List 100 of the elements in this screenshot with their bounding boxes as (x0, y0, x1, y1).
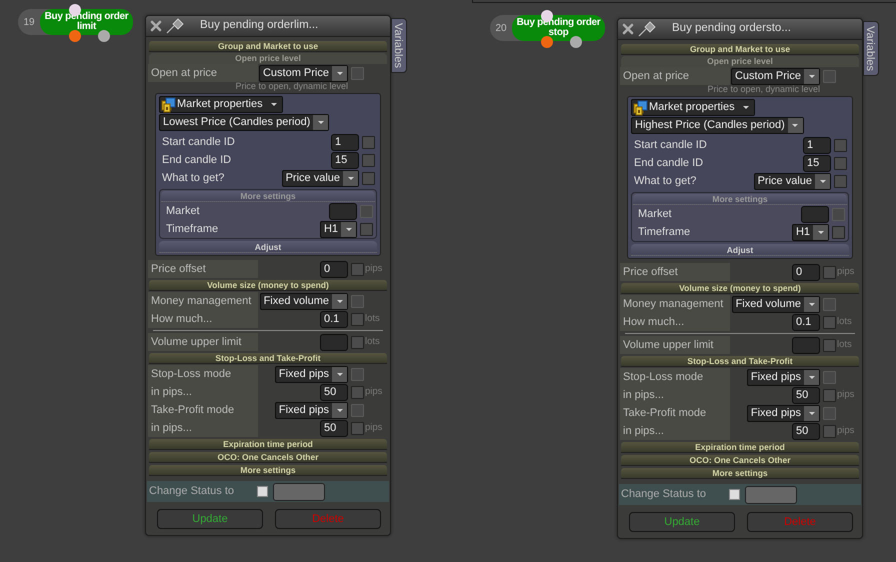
update-button[interactable]: Update (629, 512, 735, 532)
caret-icon (808, 376, 814, 378)
update-button[interactable]: Update (157, 509, 263, 529)
input-field[interactable]: 50 (792, 386, 820, 404)
input-field[interactable]: 1 (803, 136, 831, 154)
dropdown[interactable]: Market properties (159, 96, 283, 113)
section-header[interactable]: Volume size (money to spend) (621, 283, 859, 294)
dropdown[interactable]: Highest Price (Candles period) (631, 117, 804, 134)
close-icon[interactable] (150, 20, 162, 32)
close-icon[interactable] (622, 23, 634, 35)
dropdown[interactable]: Fixed volume (260, 292, 348, 310)
input-field[interactable]: 0.1 (320, 310, 348, 328)
output-port[interactable] (541, 36, 553, 48)
checkbox[interactable] (834, 156, 847, 170)
section-header[interactable]: OCO: One Cancels Other (149, 452, 387, 463)
dropdown[interactable]: Fixed pips (746, 368, 820, 386)
field-label: in pips... (148, 419, 258, 437)
dropdown[interactable]: Fixed pips (746, 404, 820, 422)
unit-label: pips (364, 420, 384, 435)
unit-label: lots (836, 338, 853, 352)
unit-label: pips (364, 262, 384, 276)
dropdown[interactable]: H1 (320, 220, 357, 238)
status-label: Change Status to (621, 487, 708, 502)
dropdown[interactable]: Fixed pips (274, 366, 348, 382)
input-field[interactable]: 0 (792, 264, 820, 280)
input-field[interactable]: 1 (331, 134, 359, 150)
dropdown[interactable]: Price value (754, 172, 831, 190)
checkbox[interactable] (832, 226, 845, 238)
input-field[interactable]: 50 (792, 422, 820, 440)
dropdown[interactable]: Price value (282, 170, 359, 186)
checkbox[interactable] (834, 138, 847, 152)
checkbox[interactable] (834, 174, 847, 188)
output-port[interactable] (570, 36, 582, 48)
dropdown[interactable]: Fixed volume (732, 296, 820, 312)
input-field[interactable]: 50 (320, 420, 348, 436)
field-label: Timeframe (165, 222, 218, 237)
section-header[interactable]: Expiration time period (149, 439, 387, 450)
pin-icon[interactable] (166, 18, 184, 34)
input-field[interactable] (792, 336, 820, 354)
checkbox[interactable] (362, 154, 375, 166)
status-field[interactable] (273, 482, 325, 500)
field-label: Open at price (620, 67, 730, 85)
section-header[interactable]: More settings (621, 468, 859, 479)
checkbox[interactable] (351, 422, 364, 434)
windows-icon (633, 100, 649, 116)
caret-icon (808, 74, 814, 78)
field-label: Timeframe (637, 225, 690, 240)
input-field[interactable] (320, 334, 348, 350)
field-label: What to get? (633, 174, 696, 189)
caret-icon (336, 372, 342, 376)
input-field[interactable]: 50 (320, 384, 348, 400)
section-header[interactable]: Expiration time period (621, 442, 859, 453)
windows-icon (161, 96, 177, 112)
output-port[interactable] (98, 30, 110, 42)
input-field[interactable] (801, 206, 829, 222)
checkbox[interactable] (257, 486, 268, 497)
section-header[interactable]: Adjust (159, 241, 377, 253)
field-label: End candle ID (633, 156, 704, 171)
checkbox[interactable] (351, 386, 364, 398)
field-label: Market (637, 207, 672, 222)
section-header[interactable]: Stop-Loss and Take-Profit (621, 356, 859, 367)
output-port[interactable] (69, 30, 81, 42)
dropdown[interactable]: Fixed pips (274, 402, 348, 418)
dropdown[interactable]: Custom Price (730, 68, 820, 84)
pin-icon[interactable] (638, 21, 656, 37)
checkbox[interactable] (823, 316, 836, 328)
dropdown[interactable]: Lowest Price (Candles period) (159, 114, 330, 131)
checkbox[interactable] (351, 262, 364, 276)
checkbox[interactable] (351, 336, 364, 348)
caret-icon (336, 300, 342, 302)
status-field[interactable] (745, 486, 797, 504)
checkbox[interactable] (823, 338, 836, 352)
checkbox[interactable] (729, 489, 740, 500)
checkbox[interactable] (823, 266, 836, 278)
section-header[interactable]: Volume size (money to spend) (149, 280, 387, 291)
checkbox[interactable] (360, 222, 373, 236)
dropdown[interactable]: Custom Price (258, 64, 348, 82)
section-header[interactable]: OCO: One Cancels Other (621, 455, 859, 466)
field-label: Stop-Loss mode (148, 365, 258, 383)
input-field[interactable]: 15 (331, 152, 359, 168)
input-field[interactable]: 0 (320, 260, 348, 278)
dropdown[interactable]: Market properties (631, 99, 755, 116)
field-label: Stop-Loss mode (620, 368, 730, 386)
checkbox[interactable] (823, 388, 836, 402)
section-header[interactable]: Stop-Loss and Take-Profit (149, 353, 387, 364)
checkbox[interactable] (362, 172, 375, 184)
section-header[interactable]: Adjust (631, 244, 849, 256)
checkbox[interactable] (351, 312, 364, 326)
section-header[interactable]: More settings (149, 465, 387, 476)
checkbox[interactable] (362, 136, 375, 148)
checkbox[interactable] (823, 424, 836, 438)
input-field[interactable]: 15 (803, 154, 831, 172)
side-tab[interactable]: Variables (863, 21, 879, 76)
input-field[interactable] (329, 202, 357, 220)
section-header[interactable]: Group and Market to use (621, 44, 859, 55)
input-field[interactable]: 0.1 (792, 314, 820, 330)
side-tab[interactable]: Variables (391, 18, 407, 74)
dropdown[interactable]: H1 (792, 224, 829, 240)
section-header[interactable]: Group and Market to use (149, 41, 387, 52)
node-number: 19 (22, 16, 36, 30)
